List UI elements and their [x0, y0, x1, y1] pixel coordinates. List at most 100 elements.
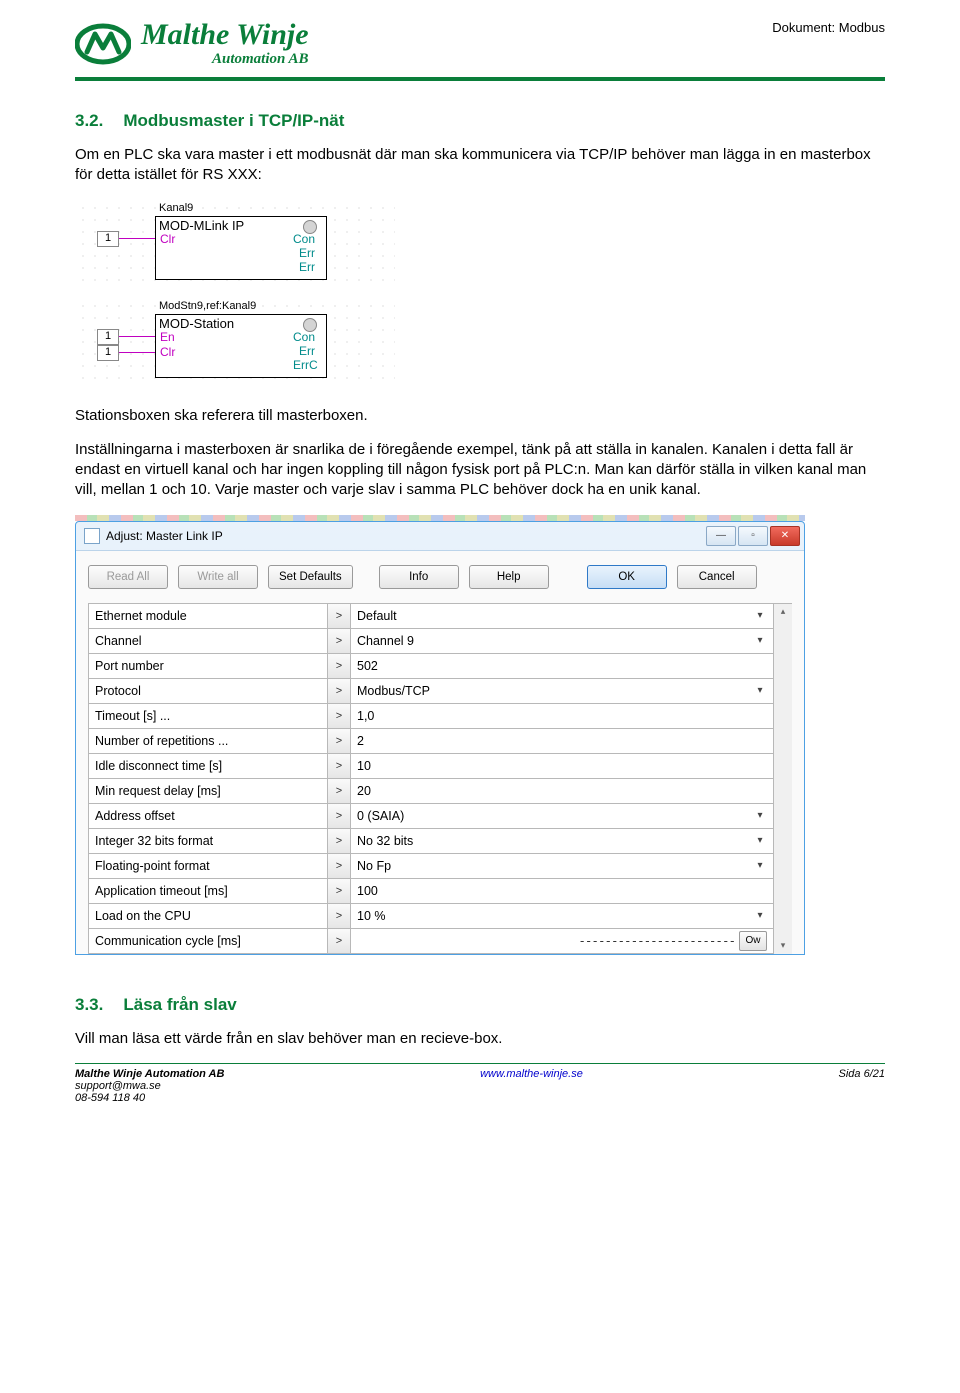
property-value[interactable]: 10	[351, 754, 774, 779]
property-row: Communication cycle [ms]>---------------…	[89, 929, 774, 954]
expand-button[interactable]: >	[328, 704, 351, 729]
property-row: Address offset>0 (SAIA)▾	[89, 804, 774, 829]
property-row: Ethernet module>Default▾	[89, 604, 774, 629]
expand-button[interactable]: >	[328, 904, 351, 929]
fb-mod-station: ModStn9,ref:Kanal9 MOD-Station 1 1 En Cl…	[75, 298, 395, 388]
help-button[interactable]: Help	[469, 565, 549, 589]
footer-email: support@mwa.se	[75, 1080, 224, 1092]
chevron-down-icon: ▾	[753, 909, 767, 923]
scroll-up-icon: ▴	[777, 606, 789, 618]
logo-line1: Malthe Winje	[141, 20, 309, 50]
property-row: Number of repetitions ...>2	[89, 729, 774, 754]
property-label: Min request delay [ms]	[89, 779, 328, 804]
property-row: Idle disconnect time [s]>10	[89, 754, 774, 779]
scroll-down-icon: ▾	[777, 940, 789, 952]
minimize-button[interactable]: —	[706, 526, 736, 546]
property-value[interactable]: 502	[351, 654, 774, 679]
close-button[interactable]: ✕	[770, 526, 800, 546]
property-value[interactable]: 10 %▾	[351, 904, 774, 929]
expand-button[interactable]: >	[328, 854, 351, 879]
expand-button[interactable]: >	[328, 879, 351, 904]
chevron-down-icon: ▾	[753, 809, 767, 823]
expand-button[interactable]: >	[328, 754, 351, 779]
property-row: Channel>Channel 9▾	[89, 629, 774, 654]
property-value[interactable]: ------------------------Ow	[351, 929, 774, 954]
doc-label: Dokument: Modbus	[772, 20, 885, 35]
property-label: Integer 32 bits format	[89, 829, 328, 854]
read-all-button[interactable]: Read All	[88, 565, 168, 589]
property-label: Floating-point format	[89, 854, 328, 879]
maximize-button[interactable]: ▫	[738, 526, 768, 546]
property-label: Timeout [s] ...	[89, 704, 328, 729]
property-value[interactable]: 0 (SAIA)▾	[351, 804, 774, 829]
property-row: Integer 32 bits format>No 32 bits▾	[89, 829, 774, 854]
property-value[interactable]: Modbus/TCP▾	[351, 679, 774, 704]
expand-button[interactable]: >	[328, 654, 351, 679]
property-row: Port number>502	[89, 654, 774, 679]
set-defaults-button[interactable]: Set Defaults	[268, 565, 353, 589]
chevron-down-icon: ▾	[753, 834, 767, 848]
page-header: Malthe Winje Automation AB Dokument: Mod…	[75, 20, 885, 67]
dialog-toolbar: Read All Write all Set Defaults Info Hel…	[88, 565, 792, 589]
ow-button[interactable]: Ow	[739, 931, 767, 951]
property-label: Load on the CPU	[89, 904, 328, 929]
property-value[interactable]: No Fp▾	[351, 854, 774, 879]
adjust-dialog: Adjust: Master Link IP — ▫ ✕ Read All Wr…	[75, 515, 805, 955]
expand-button[interactable]: >	[328, 829, 351, 854]
property-label: Number of repetitions ...	[89, 729, 328, 754]
scrollbar[interactable]: ▴ ▾	[774, 603, 792, 954]
write-all-button[interactable]: Write all	[178, 565, 258, 589]
para-masterbox: Inställningarna i masterboxen är snarlik…	[75, 440, 885, 501]
chevron-down-icon: ▾	[753, 684, 767, 698]
property-value[interactable]: 1,0	[351, 704, 774, 729]
section-3-2-intro: Om en PLC ska vara master i ett modbusnä…	[75, 145, 885, 186]
para-stationsbox: Stationsboxen ska referera till masterbo…	[75, 406, 885, 426]
expand-button[interactable]: >	[328, 679, 351, 704]
property-value[interactable]: Default▾	[351, 604, 774, 629]
property-row: Floating-point format>No Fp▾	[89, 854, 774, 879]
expand-button[interactable]: >	[328, 929, 351, 954]
property-label: Protocol	[89, 679, 328, 704]
property-label: Application timeout [ms]	[89, 879, 328, 904]
logo-icon	[75, 22, 131, 66]
chevron-down-icon: ▾	[753, 859, 767, 873]
property-value[interactable]: No 32 bits▾	[351, 829, 774, 854]
property-row: Protocol>Modbus/TCP▾	[89, 679, 774, 704]
expand-button[interactable]: >	[328, 629, 351, 654]
expand-button[interactable]: >	[328, 729, 351, 754]
property-row: Application timeout [ms]>100	[89, 879, 774, 904]
property-row: Timeout [s] ...>1,0	[89, 704, 774, 729]
property-value[interactable]: 100	[351, 879, 774, 904]
property-value[interactable]: Channel 9▾	[351, 629, 774, 654]
info-button[interactable]: Info	[379, 565, 459, 589]
footer-url[interactable]: www.malthe-winje.se	[480, 1068, 583, 1080]
cancel-button[interactable]: Cancel	[677, 565, 757, 589]
ok-button[interactable]: OK	[587, 565, 667, 589]
property-label: Port number	[89, 654, 328, 679]
logo-line2: Automation AB	[141, 52, 309, 67]
chevron-down-icon: ▾	[753, 609, 767, 623]
chevron-down-icon: ▾	[753, 634, 767, 648]
logo: Malthe Winje Automation AB	[75, 20, 309, 67]
footer-company: Malthe Winje Automation AB	[75, 1068, 224, 1080]
property-value[interactable]: 20	[351, 779, 774, 804]
section-3-2-heading: 3.2.Modbusmaster i TCP/IP-nät	[75, 111, 885, 131]
expand-button[interactable]: >	[328, 604, 351, 629]
footer-rule	[75, 1063, 885, 1064]
page-footer: Malthe Winje Automation AB support@mwa.s…	[75, 1068, 885, 1104]
fb-mod-mlink-ip: Kanal9 MOD-MLink IP 1 Clr Con Err Err	[75, 200, 395, 290]
property-label: Idle disconnect time [s]	[89, 754, 328, 779]
property-label: Ethernet module	[89, 604, 328, 629]
expand-button[interactable]: >	[328, 779, 351, 804]
property-value[interactable]: 2	[351, 729, 774, 754]
property-row: Min request delay [ms]>20	[89, 779, 774, 804]
expand-button[interactable]: >	[328, 804, 351, 829]
property-row: Load on the CPU>10 %▾	[89, 904, 774, 929]
section-3-3-para: Vill man läsa ett värde från en slav beh…	[75, 1029, 885, 1049]
header-rule	[75, 77, 885, 81]
section-3-3-heading: 3.3.Läsa från slav	[75, 995, 885, 1015]
property-label: Communication cycle [ms]	[89, 929, 328, 954]
property-label: Address offset	[89, 804, 328, 829]
dialog-title: Adjust: Master Link IP	[106, 529, 223, 543]
property-label: Channel	[89, 629, 328, 654]
